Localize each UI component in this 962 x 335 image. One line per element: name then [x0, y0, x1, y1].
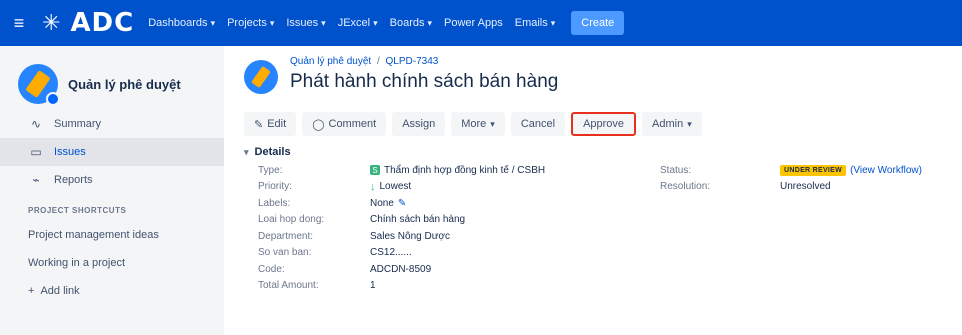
chevron-down-icon: ▾	[269, 18, 275, 28]
details-fields: Type: S Thẩm định hợp đồng kinh tế / CSBH…	[244, 162, 962, 294]
cancel-button[interactable]: Cancel	[510, 112, 566, 136]
menu-icon[interactable]: ≡	[0, 13, 38, 34]
issue-view: Quản lý phê duyệt / QLPD-7343 Phát hành …	[244, 46, 962, 335]
chevron-down-icon: ▾	[427, 18, 433, 28]
issue-header: Quản lý phê duyệt / QLPD-7343 Phát hành …	[244, 46, 962, 94]
assign-button[interactable]: Assign	[392, 112, 446, 136]
field-resolution: Resolution: Unresolved	[660, 181, 831, 193]
nav-projects[interactable]: Projects ▾	[227, 17, 274, 29]
logo-text: ADC	[70, 8, 135, 38]
edit-button[interactable]: ✎ Edit	[244, 112, 297, 136]
chevron-down-icon: ▾	[244, 147, 249, 157]
summary-icon: ∿	[30, 117, 42, 131]
issues-icon: ▭	[30, 145, 42, 159]
pencil-icon[interactable]: ✎	[398, 198, 406, 209]
logo[interactable]: ✳ ADC	[42, 0, 134, 46]
main-nav: Dashboards ▾ Projects ▾ Issues ▾ JExcel ▾ Bo…	[148, 11, 625, 35]
issue-project-avatar[interactable]	[244, 60, 278, 94]
breadcrumb-issue-key[interactable]: QLPD-7343	[386, 56, 439, 67]
create-button[interactable]: Create	[571, 11, 625, 35]
shortcut-link[interactable]: Working in a project	[0, 249, 224, 277]
sidebar-item-issues[interactable]: ▭ Issues	[0, 138, 224, 166]
issue-title: Phát hành chính sách bán hàng	[290, 71, 559, 92]
more-button[interactable]: More ▾	[451, 112, 505, 136]
issue-type-icon: S	[370, 165, 380, 176]
sidebar-item-label: Reports	[54, 174, 93, 186]
view-workflow-link[interactable]: (View Workflow)	[850, 165, 922, 176]
shortcuts-header: PROJECT SHORTCUTS	[28, 206, 127, 215]
approve-button[interactable]: Approve	[571, 112, 637, 136]
edit-icon: ✎	[254, 118, 264, 131]
sidebar-item-label: Summary	[54, 118, 102, 130]
field-so-van-ban: So van ban: CS12......	[258, 247, 412, 259]
plus-icon: +	[28, 285, 35, 297]
chevron-down-icon: ▾	[550, 18, 556, 28]
top-navigation-bar: ≡ ✳ ADC Dashboards ▾ Projects ▾ Issues ▾ JE…	[0, 0, 962, 46]
breadcrumb: Quản lý phê duyệt / QLPD-7343	[290, 56, 439, 67]
field-status: Status: UNDER REVIEW (View Workflow)	[660, 164, 922, 176]
nav-emails[interactable]: Emails ▾	[515, 17, 556, 29]
field-code: Code: ADCDN-8509	[258, 263, 432, 275]
project-header[interactable]: Quản lý phê duyệt	[0, 46, 224, 110]
breadcrumb-project-link[interactable]: Quản lý phê duyệt	[290, 56, 371, 67]
nav-boards[interactable]: Boards ▾	[390, 17, 432, 29]
chevron-down-icon: ▾	[490, 118, 495, 129]
nav-dashboards[interactable]: Dashboards ▾	[148, 17, 215, 29]
nav-power-apps[interactable]: Power Apps	[444, 17, 503, 29]
field-loai-hop-dong: Loai hop dong: Chính sách bán hàng	[258, 214, 466, 226]
chevron-down-icon: ▾	[687, 118, 692, 129]
project-badge-icon	[46, 92, 60, 106]
add-link-button[interactable]: + Add link	[0, 277, 224, 305]
issue-toolbar: ✎ Edit ◯ Comment Assign More ▾ Cancel Appro…	[244, 112, 962, 136]
sidebar-item-reports[interactable]: ⌁ Reports	[0, 166, 224, 194]
chevron-down-icon: ▾	[321, 18, 326, 28]
sidebar-item-label: Issues	[54, 146, 86, 158]
chevron-down-icon: ▾	[373, 18, 378, 28]
sidebar-item-summary[interactable]: ∿ Summary	[0, 110, 224, 138]
shortcut-link[interactable]: Project management ideas	[0, 221, 224, 249]
comment-icon: ◯	[312, 118, 325, 131]
details-right-column: Status: UNDER REVIEW (View Workflow) Res…	[660, 162, 922, 195]
reports-icon: ⌁	[32, 173, 40, 187]
field-labels: Labels: None ✎	[258, 197, 407, 209]
admin-button[interactable]: Admin ▾	[642, 112, 702, 136]
logo-star-icon: ✳	[42, 10, 61, 35]
project-name: Quản lý phê duyệt	[68, 76, 181, 92]
nav-issues[interactable]: Issues ▾	[286, 17, 325, 29]
nav-jexcel[interactable]: JExcel ▾	[338, 17, 378, 29]
arrow-down-icon: ↓	[370, 180, 376, 193]
status-badge: UNDER REVIEW	[780, 164, 847, 176]
project-avatar	[18, 64, 60, 106]
pencil-icon	[251, 65, 271, 89]
sidebar: Quản lý phê duyệt ∿ Summary ▭ Issues ⌁ R…	[0, 46, 224, 335]
field-department: Department: Sales Nông Dược	[258, 230, 450, 242]
chevron-down-icon: ▾	[210, 18, 216, 28]
details-section-toggle[interactable]: ▾ Details	[244, 146, 962, 158]
comment-button[interactable]: ◯ Comment	[302, 112, 387, 136]
field-total-amount: Total Amount: 1	[258, 280, 376, 292]
